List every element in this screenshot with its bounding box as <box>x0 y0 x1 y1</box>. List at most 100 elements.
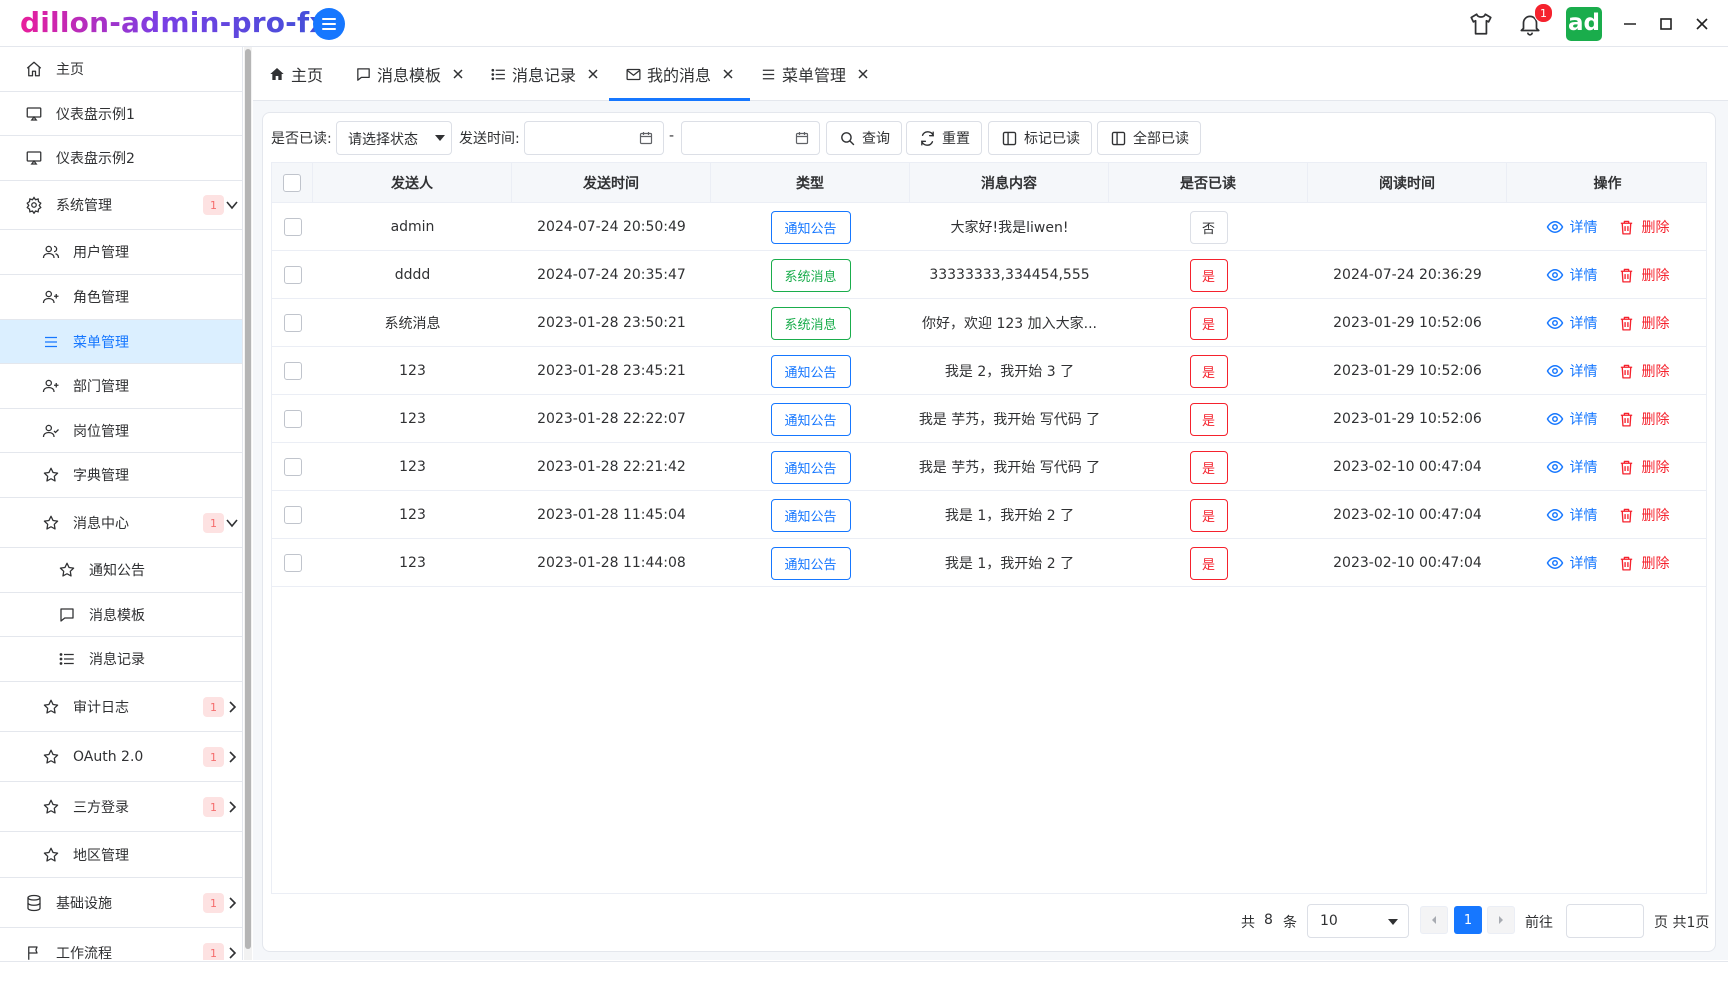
minimize-icon[interactable] <box>1618 12 1642 36</box>
column-header[interactable]: 是否已读 <box>1109 163 1308 203</box>
avatar[interactable]: ad <box>1566 7 1602 41</box>
mark-read-button[interactable]: 标记已读 <box>988 121 1092 155</box>
sidebar-item-message-center[interactable]: 消息中心 1 <box>0 498 242 548</box>
table-row[interactable]: 123 2023-01-28 23:45:21 通知公告 我是 2，我开始 3 了 是 2… <box>272 347 1706 395</box>
table-row[interactable]: dddd 2024-07-24 20:35:47 系统消息 33333333,3344… <box>272 251 1706 299</box>
tab-message-templates[interactable]: 消息模板 <box>354 48 465 100</box>
read-status-tag: 是 <box>1189 306 1228 340</box>
close-icon[interactable] <box>856 67 870 81</box>
maximize-icon[interactable] <box>1654 12 1678 36</box>
column-header[interactable]: 发送人 <box>313 163 512 203</box>
read-status-cell: 是 <box>1109 347 1308 395</box>
actions-cell: 详情 删除 <box>1507 539 1706 587</box>
tab-message-records[interactable]: 消息记录 <box>489 48 600 100</box>
row-checkbox[interactable] <box>283 410 302 428</box>
sidebar-item-dashboard-2[interactable]: 仪表盘示例2 <box>0 136 242 181</box>
row-checkbox[interactable] <box>283 266 302 284</box>
detail-link[interactable]: 详情 <box>1546 457 1598 477</box>
detail-link[interactable]: 详情 <box>1546 313 1598 333</box>
select-all-checkbox[interactable] <box>283 174 301 192</box>
query-button[interactable]: 查询 <box>826 121 902 155</box>
sidebar-item-dictionary[interactable]: 字典管理 <box>0 453 242 498</box>
delete-link[interactable]: 删除 <box>1618 265 1670 285</box>
content-cell: 我是 芋艿，我开始 写代码 了 <box>918 460 1101 476</box>
eye-icon <box>1546 314 1564 332</box>
table-row[interactable]: 123 2023-01-28 11:44:08 通知公告 我是 1，我开始 2 了 是 2… <box>272 539 1706 587</box>
detail-link[interactable]: 详情 <box>1546 553 1598 573</box>
eye-icon <box>1546 506 1564 524</box>
detail-link[interactable]: 详情 <box>1546 505 1598 525</box>
row-checkbox[interactable] <box>283 458 302 476</box>
table-row[interactable]: 123 2023-01-28 11:45:04 通知公告 我是 1，我开始 2 了 是 2… <box>272 491 1706 539</box>
detail-link[interactable]: 详情 <box>1546 217 1598 237</box>
all-read-button[interactable]: 全部已读 <box>1097 121 1201 155</box>
delete-link[interactable]: 删除 <box>1618 505 1670 525</box>
scrollbar-thumb[interactable] <box>245 49 251 949</box>
row-checkbox[interactable] <box>283 218 302 236</box>
read-status-select[interactable]: 请选择状态 <box>336 121 452 155</box>
detail-link[interactable]: 详情 <box>1546 265 1598 285</box>
close-icon[interactable] <box>451 67 465 81</box>
list-bullet-icon <box>57 649 77 669</box>
table-row[interactable]: 系统消息 2023-01-28 23:50:21 系统消息 你好，欢迎 123 加入大… <box>272 299 1706 347</box>
delete-link[interactable]: 删除 <box>1618 313 1670 333</box>
delete-link[interactable]: 删除 <box>1618 409 1670 429</box>
tab-my-messages[interactable]: 我的消息 <box>608 48 751 101</box>
users-icon <box>41 242 61 262</box>
sidebar-item-oauth[interactable]: OAuth 2.0 1 <box>0 732 242 782</box>
sidebar-item-message-templates[interactable]: 消息模板 <box>0 593 242 637</box>
row-checkbox[interactable] <box>283 314 302 332</box>
sidebar-item-regions[interactable]: 地区管理 <box>0 832 242 878</box>
page-number-button[interactable]: 1 <box>1454 906 1482 934</box>
delete-label: 删除 <box>1641 220 1670 236</box>
close-icon[interactable] <box>721 67 735 81</box>
sidebar-item-message-records[interactable]: 消息记录 <box>0 637 242 682</box>
row-checkbox[interactable] <box>283 362 302 380</box>
tab-menu-management[interactable]: 菜单管理 <box>759 48 870 100</box>
column-header[interactable]: 操作 <box>1507 163 1706 203</box>
sidebar-item-system[interactable]: 系统管理 1 <box>0 181 242 230</box>
sidebar-scrollbar[interactable] <box>244 47 252 960</box>
start-date-picker[interactable] <box>524 121 664 155</box>
sidebar-item-departments[interactable]: 部门管理 <box>0 364 242 409</box>
sidebar-item-label: 地区管理 <box>73 847 129 864</box>
sidebar-item-dashboard-1[interactable]: 仪表盘示例1 <box>0 92 242 136</box>
table-row[interactable]: admin 2024-07-24 20:50:49 通知公告 大家好!我是liwen!… <box>272 203 1706 251</box>
column-header[interactable]: 发送时间 <box>512 163 711 203</box>
sidebar-item-third-party-login[interactable]: 三方登录 1 <box>0 782 242 832</box>
sidebar-item-menu[interactable]: 菜单管理 <box>0 320 242 364</box>
end-date-picker[interactable] <box>681 121 820 155</box>
column-header[interactable]: 阅读时间 <box>1308 163 1507 203</box>
row-checkbox[interactable] <box>283 554 302 572</box>
sidebar-item-infrastructure[interactable]: 基础设施 1 <box>0 878 242 928</box>
reset-button[interactable]: 重置 <box>906 121 982 155</box>
sidebar-item-home[interactable]: 主页 <box>0 47 242 92</box>
read-status-cell: 否 <box>1109 203 1308 251</box>
page-size-select[interactable]: 10 <box>1307 904 1409 938</box>
sidebar-item-audit-log[interactable]: 审计日志 1 <box>0 682 242 732</box>
close-icon[interactable] <box>586 67 600 81</box>
sidebar-item-users[interactable]: 用户管理 <box>0 230 242 275</box>
goto-page-input[interactable] <box>1566 904 1644 938</box>
column-header[interactable]: 类型 <box>711 163 910 203</box>
row-checkbox[interactable] <box>283 506 302 524</box>
detail-link[interactable]: 详情 <box>1546 361 1598 381</box>
sidebar-item-workflow[interactable]: 工作流程 1 <box>0 928 242 960</box>
menu-icon[interactable] <box>313 8 345 40</box>
tab-home[interactable]: 主页 <box>268 48 323 100</box>
sidebar-item-roles[interactable]: 角色管理 <box>0 275 242 320</box>
sidebar-item-posts[interactable]: 岗位管理 <box>0 409 242 453</box>
delete-link[interactable]: 删除 <box>1618 361 1670 381</box>
table-row[interactable]: 123 2023-01-28 22:22:07 通知公告 我是 芋艿，我开始 写代码 … <box>272 395 1706 443</box>
close-icon[interactable] <box>1690 12 1714 36</box>
next-page-button[interactable] <box>1487 906 1515 934</box>
delete-link[interactable]: 删除 <box>1618 217 1670 237</box>
column-header[interactable]: 消息内容 <box>910 163 1109 203</box>
sidebar-item-notices[interactable]: 通知公告 <box>0 548 242 593</box>
delete-link[interactable]: 删除 <box>1618 457 1670 477</box>
detail-link[interactable]: 详情 <box>1546 409 1598 429</box>
tshirt-icon[interactable] <box>1465 8 1497 40</box>
prev-page-button[interactable] <box>1420 906 1448 934</box>
delete-link[interactable]: 删除 <box>1618 553 1670 573</box>
table-row[interactable]: 123 2023-01-28 22:21:42 通知公告 我是 芋艿，我开始 写代码 … <box>272 443 1706 491</box>
